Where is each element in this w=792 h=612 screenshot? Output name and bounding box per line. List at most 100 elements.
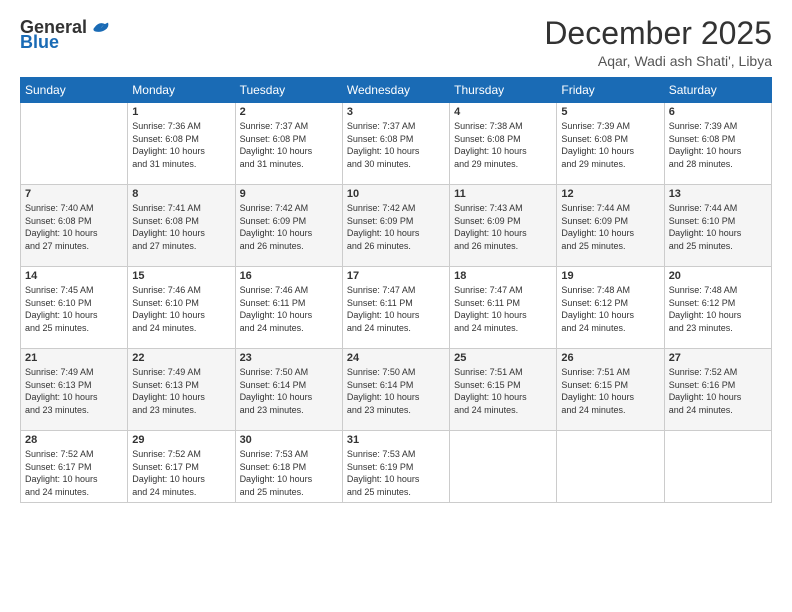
table-row [21, 103, 128, 185]
day-number: 30 [240, 434, 338, 446]
day-info: Sunrise: 7:36 AM Sunset: 6:08 PM Dayligh… [132, 120, 230, 170]
day-number: 11 [454, 188, 552, 200]
logo: General Blue [20, 16, 111, 53]
table-row: 24Sunrise: 7:50 AM Sunset: 6:14 PM Dayli… [342, 349, 449, 431]
logo-bird-icon [89, 16, 111, 38]
day-info: Sunrise: 7:52 AM Sunset: 6:17 PM Dayligh… [132, 448, 230, 498]
table-row: 20Sunrise: 7:48 AM Sunset: 6:12 PM Dayli… [664, 267, 771, 349]
day-info: Sunrise: 7:47 AM Sunset: 6:11 PM Dayligh… [454, 284, 552, 334]
weekday-header-row: Sunday Monday Tuesday Wednesday Thursday… [21, 78, 772, 103]
table-row: 31 Sunrise: 7:53 AM Sunset: 6:19 PM Dayli… [342, 431, 449, 503]
day-info: Sunrise: 7:39 AM Sunset: 6:08 PM Dayligh… [669, 120, 767, 170]
table-row: 18 Sunrise: 7:47 AM Sunset: 6:11 PM Dayli… [450, 267, 557, 349]
calendar: Sunday Monday Tuesday Wednesday Thursday… [20, 77, 772, 503]
day-number: 1 [132, 106, 230, 118]
table-row: 23 Sunrise: 7:50 AM Sunset: 6:14 PM Dayli… [235, 349, 342, 431]
table-row: 11 Sunrise: 7:43 AM Sunset: 6:09 PM Dayli… [450, 185, 557, 267]
location-title: Aqar, Wadi ash Shati', Libya [544, 53, 772, 69]
day-info: Sunrise: 7:37 AM Sunset: 6:08 PM Dayligh… [240, 120, 338, 170]
day-info: Sunrise: 7:37 AM Sunset: 6:08 PM Dayligh… [347, 120, 445, 170]
day-info: Sunrise: 7:39 AM Sunset: 6:08 PM Dayligh… [561, 120, 659, 170]
day-info: Sunrise: 7:40 AM Sunset: 6:08 PM Dayligh… [25, 202, 123, 252]
day-info: Sunrise: 7:43 AM Sunset: 6:09 PM Dayligh… [454, 202, 552, 252]
day-info: Sunrise: 7:48 AM Sunset: 6:12 PM Dayligh… [561, 284, 659, 334]
table-row: 1 Sunrise: 7:36 AM Sunset: 6:08 PM Daylig… [128, 103, 235, 185]
header-monday: Monday [128, 78, 235, 103]
day-number: 22 [132, 352, 230, 364]
day-number: 10 [347, 188, 445, 200]
day-number: 25 [454, 352, 552, 364]
table-row: 28 Sunrise: 7:52 AM Sunset: 6:17 PM Dayli… [21, 431, 128, 503]
table-row: 12 Sunrise: 7:44 AM Sunset: 6:09 PM Dayli… [557, 185, 664, 267]
header-friday: Friday [557, 78, 664, 103]
header-saturday: Saturday [664, 78, 771, 103]
table-row [450, 431, 557, 503]
day-number: 9 [240, 188, 338, 200]
table-row: 25 Sunrise: 7:51 AM Sunset: 6:15 PM Dayli… [450, 349, 557, 431]
table-row: 22 Sunrise: 7:49 AM Sunset: 6:13 PM Dayli… [128, 349, 235, 431]
day-info: Sunrise: 7:51 AM Sunset: 6:15 PM Dayligh… [454, 366, 552, 416]
day-info: Sunrise: 7:50 AM Sunset: 6:14 PM Dayligh… [347, 366, 445, 416]
table-row: 4 Sunrise: 7:38 AM Sunset: 6:08 PM Daylig… [450, 103, 557, 185]
header-thursday: Thursday [450, 78, 557, 103]
day-number: 14 [25, 270, 123, 282]
day-info: Sunrise: 7:53 AM Sunset: 6:18 PM Dayligh… [240, 448, 338, 498]
day-info: Sunrise: 7:53 AM Sunset: 6:19 PM Dayligh… [347, 448, 445, 498]
table-row [664, 431, 771, 503]
day-info: Sunrise: 7:44 AM Sunset: 6:10 PM Dayligh… [669, 202, 767, 252]
day-number: 23 [240, 352, 338, 364]
page: General Blue December 2025 Aqar, Wadi as… [0, 0, 792, 612]
day-info: Sunrise: 7:50 AM Sunset: 6:14 PM Dayligh… [240, 366, 338, 416]
day-info: Sunrise: 7:44 AM Sunset: 6:09 PM Dayligh… [561, 202, 659, 252]
day-number: 7 [25, 188, 123, 200]
header-wednesday: Wednesday [342, 78, 449, 103]
day-info: Sunrise: 7:51 AM Sunset: 6:15 PM Dayligh… [561, 366, 659, 416]
day-info: Sunrise: 7:45 AM Sunset: 6:10 PM Dayligh… [25, 284, 123, 334]
month-title: December 2025 [544, 16, 772, 51]
logo-blue: Blue [20, 32, 59, 53]
title-section: December 2025 Aqar, Wadi ash Shati', Lib… [544, 16, 772, 69]
table-row: 5 Sunrise: 7:39 AM Sunset: 6:08 PM Daylig… [557, 103, 664, 185]
day-number: 4 [454, 106, 552, 118]
day-number: 2 [240, 106, 338, 118]
day-info: Sunrise: 7:42 AM Sunset: 6:09 PM Dayligh… [240, 202, 338, 252]
header: General Blue December 2025 Aqar, Wadi as… [20, 16, 772, 69]
day-info: Sunrise: 7:41 AM Sunset: 6:08 PM Dayligh… [132, 202, 230, 252]
day-number: 28 [25, 434, 123, 446]
day-number: 18 [454, 270, 552, 282]
day-info: Sunrise: 7:47 AM Sunset: 6:11 PM Dayligh… [347, 284, 445, 334]
day-number: 31 [347, 434, 445, 446]
table-row [557, 431, 664, 503]
day-info: Sunrise: 7:49 AM Sunset: 6:13 PM Dayligh… [25, 366, 123, 416]
table-row: 2 Sunrise: 7:37 AM Sunset: 6:08 PM Daylig… [235, 103, 342, 185]
day-info: Sunrise: 7:48 AM Sunset: 6:12 PM Dayligh… [669, 284, 767, 334]
day-number: 26 [561, 352, 659, 364]
table-row: 6Sunrise: 7:39 AM Sunset: 6:08 PM Daylig… [664, 103, 771, 185]
table-row: 19 Sunrise: 7:48 AM Sunset: 6:12 PM Dayli… [557, 267, 664, 349]
day-number: 17 [347, 270, 445, 282]
day-number: 5 [561, 106, 659, 118]
table-row: 14 Sunrise: 7:45 AM Sunset: 6:10 PM Dayli… [21, 267, 128, 349]
table-row: 15 Sunrise: 7:46 AM Sunset: 6:10 PM Dayli… [128, 267, 235, 349]
day-info: Sunrise: 7:52 AM Sunset: 6:17 PM Dayligh… [25, 448, 123, 498]
day-number: 13 [669, 188, 767, 200]
day-number: 29 [132, 434, 230, 446]
day-number: 12 [561, 188, 659, 200]
table-row: 7 Sunrise: 7:40 AM Sunset: 6:08 PM Daylig… [21, 185, 128, 267]
table-row: 10Sunrise: 7:42 AM Sunset: 6:09 PM Dayli… [342, 185, 449, 267]
table-row: 16 Sunrise: 7:46 AM Sunset: 6:11 PM Dayli… [235, 267, 342, 349]
day-info: Sunrise: 7:38 AM Sunset: 6:08 PM Dayligh… [454, 120, 552, 170]
table-row: 8 Sunrise: 7:41 AM Sunset: 6:08 PM Daylig… [128, 185, 235, 267]
day-number: 8 [132, 188, 230, 200]
table-row: 30 Sunrise: 7:53 AM Sunset: 6:18 PM Dayli… [235, 431, 342, 503]
day-info: Sunrise: 7:46 AM Sunset: 6:11 PM Dayligh… [240, 284, 338, 334]
day-number: 21 [25, 352, 123, 364]
table-row: 3Sunrise: 7:37 AM Sunset: 6:08 PM Daylig… [342, 103, 449, 185]
table-row: 29 Sunrise: 7:52 AM Sunset: 6:17 PM Dayli… [128, 431, 235, 503]
table-row: 26 Sunrise: 7:51 AM Sunset: 6:15 PM Dayli… [557, 349, 664, 431]
day-info: Sunrise: 7:49 AM Sunset: 6:13 PM Dayligh… [132, 366, 230, 416]
day-number: 16 [240, 270, 338, 282]
day-number: 15 [132, 270, 230, 282]
day-info: Sunrise: 7:46 AM Sunset: 6:10 PM Dayligh… [132, 284, 230, 334]
day-number: 19 [561, 270, 659, 282]
